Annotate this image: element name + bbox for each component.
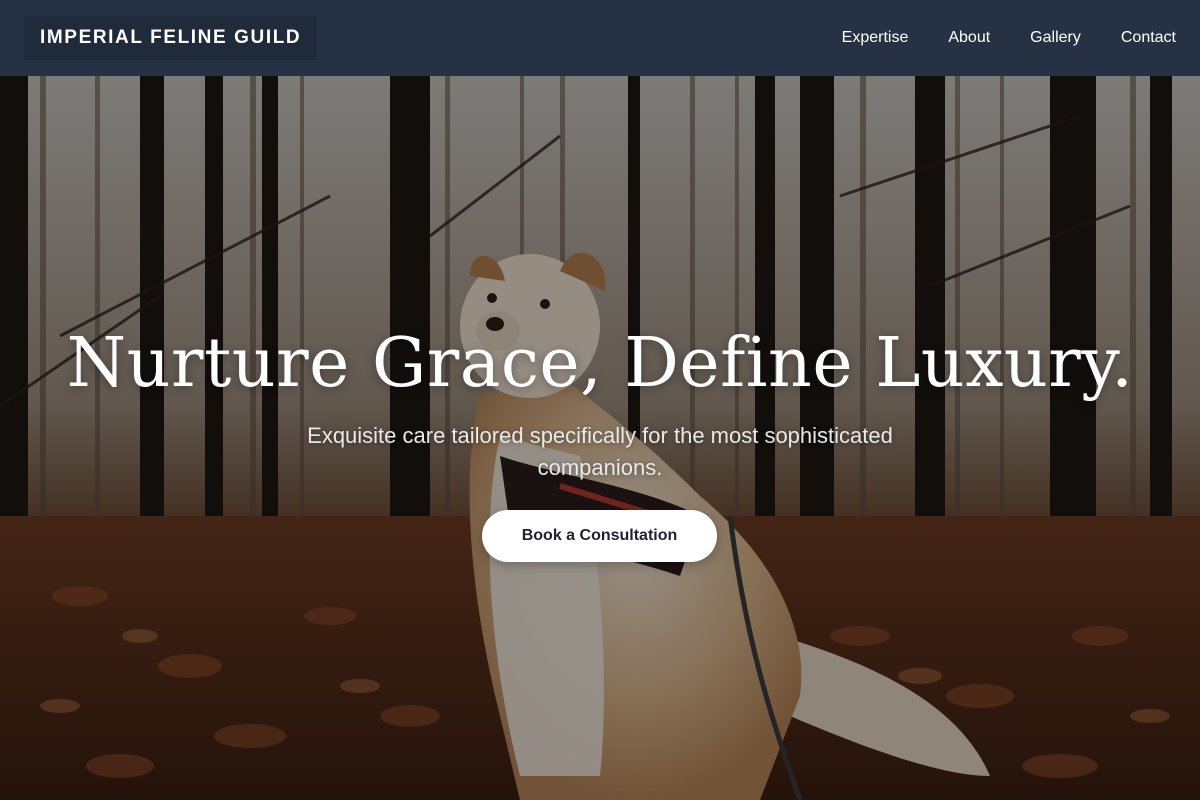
nav-link-contact[interactable]: Contact: [1121, 28, 1176, 48]
brand-name: IMPERIAL FELINE GUILD: [40, 27, 302, 48]
site-header: IMPERIAL FELINE GUILD Expertise About Ga…: [0, 0, 1200, 76]
hero-title: Nurture Grace, Define Luxury.: [66, 324, 1134, 403]
nav-link-about[interactable]: About: [948, 28, 990, 48]
hero-section: Nurture Grace, Define Luxury. Exquisite …: [0, 76, 1200, 800]
book-consultation-button[interactable]: Book a Consultation: [482, 510, 717, 562]
book-consultation-label: Book a Consultation: [521, 527, 678, 544]
nav-link-gallery[interactable]: Gallery: [1030, 28, 1081, 48]
main-nav: Expertise About Gallery Contact: [802, 28, 1176, 48]
brand-logo[interactable]: IMPERIAL FELINE GUILD: [24, 16, 318, 60]
hero-subtitle: Exquisite care tailored specifically for…: [307, 423, 893, 480]
nav-link-expertise[interactable]: Expertise: [842, 28, 909, 48]
